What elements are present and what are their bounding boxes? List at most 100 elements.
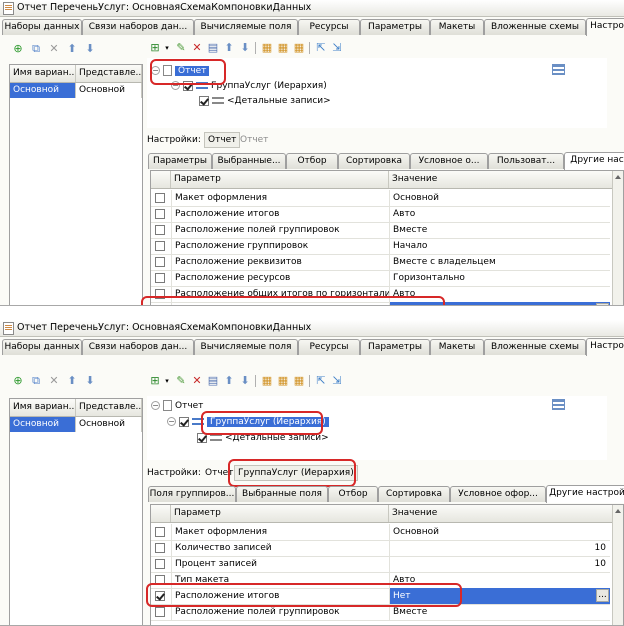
parameter-value-cell[interactable]: Начало (389, 238, 610, 254)
tree-node-details-label[interactable]: <Детальные записи> (227, 96, 331, 106)
column-header-parameter[interactable]: Параметр (171, 505, 389, 522)
level-down-icon[interactable]: ⇲ (331, 42, 343, 54)
column-header-presentation[interactable]: Представле... (76, 399, 142, 416)
grid-view-icon[interactable] (552, 64, 565, 75)
table-row[interactable]: Расположение итогов Авто (151, 206, 610, 223)
move-up-icon[interactable]: ⬆ (66, 43, 78, 55)
use-checkbox[interactable] (155, 591, 165, 601)
subtab-other-settings[interactable]: Другие нас (564, 152, 624, 170)
parameter-value-cell[interactable]: Авто (389, 206, 610, 222)
parameter-value-cell[interactable]: Авто (389, 286, 610, 302)
subtab-selected-fields[interactable]: Выбранные... (212, 153, 286, 169)
filter-icon[interactable]: ▤ (207, 375, 219, 387)
variant-name-cell[interactable]: Основной (10, 83, 76, 98)
edit-icon[interactable]: ✎ (175, 42, 187, 54)
table-row[interactable]: Процент записей 10 (151, 556, 610, 573)
variant-presentation-cell[interactable]: Основной (76, 83, 142, 98)
tab-datasets[interactable]: Наборы данных (2, 339, 82, 355)
subtab-other-settings[interactable]: Другие настрой (546, 485, 624, 503)
tab-parameters[interactable]: Параметры (360, 19, 430, 35)
parameter-value-cell[interactable]: Нет... (389, 588, 610, 604)
group-move-icon[interactable]: ▦ (293, 375, 305, 387)
parameter-name-cell[interactable]: Расположение реквизитов (171, 254, 389, 270)
tree-node-details[interactable]: <Детальные записи> (197, 431, 329, 445)
tab-datasets[interactable]: Наборы данных (2, 19, 82, 35)
move-up-icon[interactable]: ⬆ (223, 42, 235, 54)
scroll-up-icon[interactable] (615, 175, 621, 179)
table-row[interactable]: Количество записей 10 (151, 540, 610, 557)
move-up-icon[interactable]: ⬆ (66, 375, 78, 387)
variant-name-cell[interactable]: Основной (10, 417, 76, 432)
subtab-selected-fields[interactable]: Выбранные поля (236, 486, 328, 502)
table-row[interactable]: Основной Основной (10, 83, 142, 98)
tab-parameters[interactable]: Параметры (360, 339, 430, 355)
parameter-value-cell[interactable]: Нет... (389, 302, 610, 305)
move-down-icon[interactable]: ⬇ (239, 42, 251, 54)
settings-chip[interactable]: ГруппаУслуг (Иерархия) (234, 465, 358, 481)
table-row[interactable]: Расположение группировок Начало (151, 238, 610, 255)
details-checkbox[interactable] (199, 95, 209, 106)
tab-nested-schemas[interactable]: Вложенные схемы (484, 339, 586, 355)
table-row[interactable]: Расположение полей группировок Вместе (151, 604, 610, 621)
collapse-icon[interactable]: − (171, 81, 180, 90)
parameter-value-cell[interactable]: Вместе (389, 604, 610, 620)
vertical-scrollbar[interactable] (612, 505, 623, 625)
tree-node-report-label[interactable]: Отчет (175, 66, 210, 76)
subtab-filter[interactable]: Отбор (286, 153, 338, 169)
parameter-value-cell[interactable]: Авто (389, 572, 610, 588)
collapse-icon[interactable]: − (167, 417, 176, 426)
table-row[interactable]: Расположение полей группировок Вместе (151, 222, 610, 239)
chevron-down-icon[interactable]: ▾ (161, 42, 173, 54)
table-row[interactable]: Макет оформления Основной (151, 524, 610, 541)
tab-resources[interactable]: Ресурсы (298, 19, 360, 35)
table-row[interactable]: Расположение общих итогов по горизонтали… (151, 286, 610, 303)
tab-calculated-fields[interactable]: Вычисляемые поля (194, 339, 298, 355)
tab-dataset-links[interactable]: Связи наборов дан... (82, 19, 194, 35)
scroll-up-icon[interactable] (615, 509, 621, 513)
parameter-value-cell[interactable]: Основной (389, 190, 610, 206)
subtab-filter[interactable]: Отбор (328, 486, 378, 502)
collapse-icon[interactable]: − (151, 401, 160, 410)
tab-settings[interactable]: Настро (586, 18, 624, 36)
grid-view-icon[interactable] (552, 399, 565, 410)
details-checkbox[interactable] (197, 432, 207, 443)
subtab-user-fields[interactable]: Пользоват... (488, 153, 564, 169)
tab-settings[interactable]: Настро (586, 338, 624, 356)
table-row[interactable]: Расположение общих итогов по вертикалиНе… (151, 302, 610, 305)
tree-node-report[interactable]: − Отчет (151, 399, 203, 413)
parameter-name-cell[interactable]: Расположение группировок (171, 238, 389, 254)
tree-node-group-label[interactable]: ГруппаУслуг (Иерархия) (211, 81, 327, 91)
delete-icon[interactable]: ✕ (191, 42, 203, 54)
add-dropdown-icon[interactable]: ⊞ (149, 42, 161, 54)
settings-chip[interactable]: Отчет (204, 132, 241, 148)
add-icon[interactable]: ⊕ (12, 43, 24, 55)
parameter-value-cell[interactable]: 10 (389, 556, 610, 572)
tab-templates[interactable]: Макеты (430, 19, 484, 35)
parameter-name-cell[interactable]: Расположение общих итогов по вертикали (171, 302, 389, 305)
use-checkbox[interactable] (155, 575, 165, 585)
add-dropdown-icon[interactable]: ⊞ (149, 375, 161, 387)
column-header-parameter[interactable]: Параметр (171, 171, 389, 188)
move-up-icon[interactable]: ⬆ (223, 375, 235, 387)
edit-icon[interactable]: ✎ (175, 375, 187, 387)
parameter-name-cell[interactable]: Количество записей (171, 540, 389, 556)
delete-icon[interactable]: ✕ (191, 375, 203, 387)
use-checkbox[interactable] (155, 559, 165, 569)
use-checkbox[interactable] (155, 607, 165, 617)
parameter-value-cell[interactable]: 10 (389, 540, 610, 556)
variant-presentation-cell[interactable]: Основной (76, 417, 142, 432)
tab-templates[interactable]: Макеты (430, 339, 484, 355)
tree-node-group-label[interactable]: ГруппаУслуг (Иерархия) (207, 417, 329, 427)
subtab-conditional-appearance[interactable]: Условное офор... (450, 486, 546, 502)
delete-icon[interactable]: ✕ (48, 43, 60, 55)
column-header-name[interactable]: Имя вариан... (10, 65, 76, 82)
parameter-name-cell[interactable]: Макет оформления (171, 524, 389, 540)
table-row[interactable]: Основной Основной (10, 417, 142, 432)
tree-node-details-label[interactable]: <Детальные записи> (225, 433, 329, 443)
tree-node-group[interactable]: − ГруппаУслуг (Иерархия) (167, 415, 329, 429)
parameter-name-cell[interactable]: Расположение итогов (171, 206, 389, 222)
subtab-parameters[interactable]: Параметры (148, 153, 212, 169)
parameter-name-cell[interactable]: Расположение общих итогов по горизонтали (171, 286, 389, 302)
add-icon[interactable]: ⊕ (12, 375, 24, 387)
select-value-button[interactable]: ... (596, 589, 609, 602)
